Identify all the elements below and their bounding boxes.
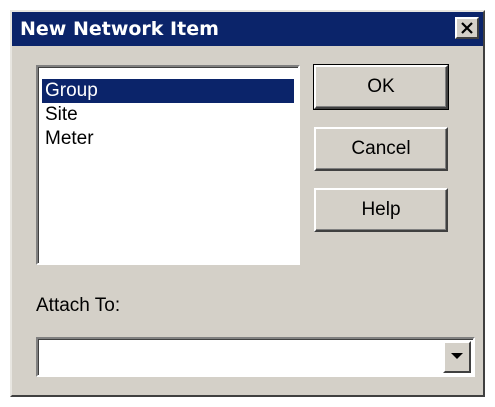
new-network-item-dialog: New Network Item Group Site Meter OK Can…: [10, 10, 485, 397]
list-item-group[interactable]: Group: [42, 79, 294, 103]
list-item-meter[interactable]: Meter: [42, 127, 294, 151]
close-icon: [461, 22, 473, 34]
help-button[interactable]: Help: [314, 188, 448, 232]
list-item-site[interactable]: Site: [42, 103, 294, 127]
title-bar[interactable]: New Network Item: [12, 12, 483, 46]
close-button[interactable]: [455, 17, 479, 39]
item-type-listbox[interactable]: Group Site Meter: [36, 65, 300, 265]
dropdown-button[interactable]: [443, 341, 471, 373]
ok-button[interactable]: OK: [313, 64, 449, 110]
attach-to-combobox[interactable]: [36, 337, 475, 377]
attach-to-label: Attach To:: [36, 295, 121, 316]
dialog-title: New Network Item: [20, 18, 219, 40]
chevron-down-icon: [451, 353, 463, 359]
cancel-button[interactable]: Cancel: [314, 127, 448, 171]
